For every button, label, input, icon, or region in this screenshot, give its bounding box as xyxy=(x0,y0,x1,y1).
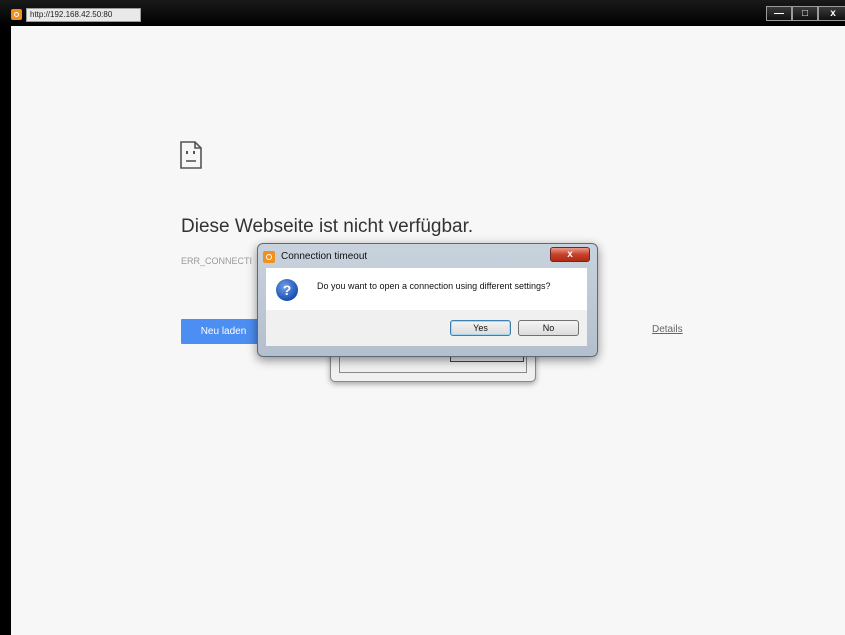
window-controls: — □ x xyxy=(766,6,845,22)
reload-button[interactable]: Neu laden xyxy=(181,319,266,344)
no-button[interactable]: No xyxy=(518,320,579,336)
maximize-button[interactable]: □ xyxy=(792,6,818,21)
browser-title-bar: http://192.168.42.50:80 — □ x xyxy=(0,0,845,26)
sad-page-icon xyxy=(180,141,202,169)
dialog-app-icon xyxy=(263,251,275,263)
connection-timeout-dialog: Connection timeout x ? Do you want to op… xyxy=(257,243,598,357)
details-link[interactable]: Details xyxy=(652,324,683,335)
dialog-title: Connection timeout xyxy=(281,251,368,262)
close-window-button[interactable]: x xyxy=(818,6,845,21)
question-icon: ? xyxy=(276,279,298,301)
address-bar[interactable]: http://192.168.42.50:80 xyxy=(26,8,141,22)
yes-button[interactable]: Yes xyxy=(450,320,511,336)
app-logo-icon xyxy=(11,9,22,20)
dialog-footer: Yes No xyxy=(266,310,587,346)
dialog-close-button[interactable]: x xyxy=(550,247,590,262)
dialog-body: ? Do you want to open a connection using… xyxy=(266,268,587,310)
minimize-button[interactable]: — xyxy=(766,6,792,21)
dialog-message: Do you want to open a connection using d… xyxy=(317,281,551,291)
error-title: Diese Webseite ist nicht verfügbar. xyxy=(181,216,474,237)
error-code: ERR_CONNECTI xyxy=(181,256,253,266)
